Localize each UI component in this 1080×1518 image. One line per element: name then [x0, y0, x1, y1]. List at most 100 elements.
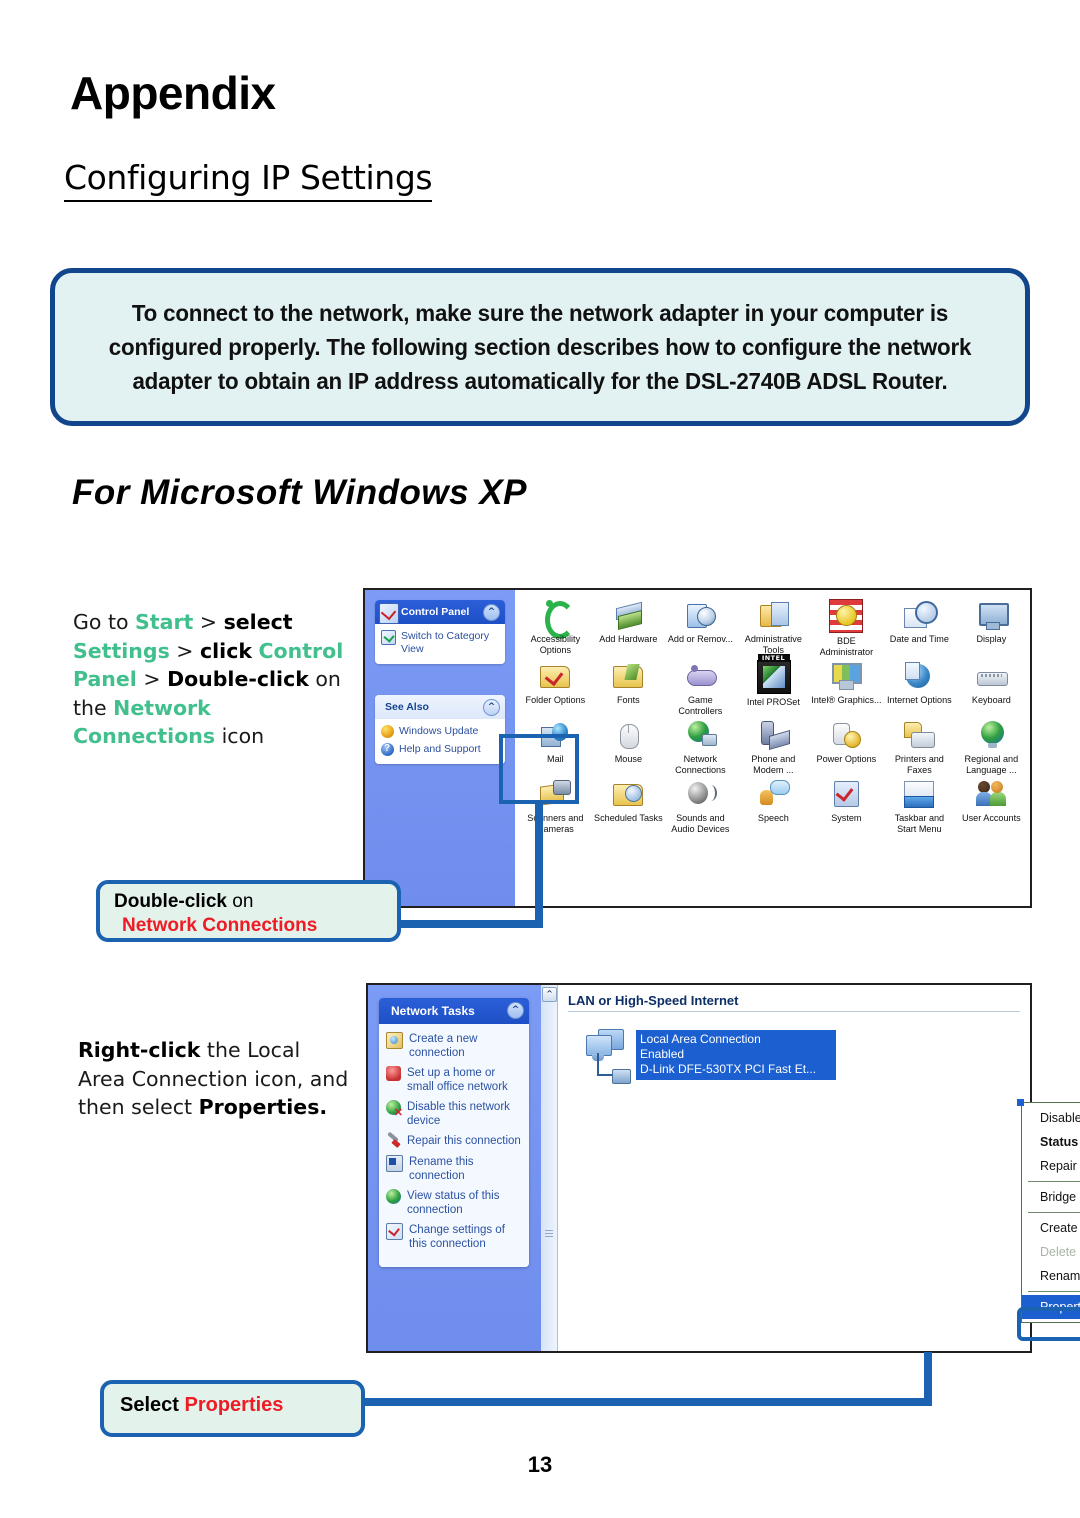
instruction-run: > — [193, 610, 224, 634]
control-panel-item[interactable]: Power Options — [810, 716, 883, 775]
network-task-item[interactable]: Create a new connection — [386, 1032, 522, 1060]
internet-options-icon — [903, 660, 935, 692]
control-panel-item-label: Internet Options — [886, 694, 952, 705]
local-area-connection-item[interactable]: Local Area Connection Enabled D-Link DFE… — [584, 1026, 1020, 1092]
game-controllers-icon — [685, 660, 717, 692]
control-panel-item[interactable]: Date and Time — [883, 596, 956, 657]
network-connections-highlight-box — [499, 734, 579, 804]
control-panel-panel-title: Control Panel — [401, 606, 470, 618]
notice-callout-box: To connect to the network, make sure the… — [50, 268, 1030, 426]
control-panel-item-label: Scanners and Cameras — [527, 812, 584, 834]
control-panel-item-label: Display — [976, 633, 1007, 644]
network-task-item[interactable]: Set up a home or small office network — [386, 1066, 522, 1094]
control-panel-item[interactable]: Network Connections — [664, 716, 737, 775]
connector-line-vertical — [535, 800, 543, 928]
network-task-label: Set up a home or small office network — [407, 1067, 508, 1093]
context-menu-item[interactable]: Bridge Connections — [1022, 1185, 1080, 1209]
section-heading-wrapper: Configuring IP Settings — [64, 158, 433, 202]
fonts-icon — [612, 660, 644, 692]
display-icon — [976, 599, 1009, 631]
see-also-title: See Also — [385, 701, 429, 713]
control-panel-item[interactable]: Sounds and Audio Devices — [664, 775, 737, 834]
step1-instruction: Go to Start > select Settings > click Co… — [73, 608, 353, 751]
control-panel-item[interactable]: Administrative Tools — [737, 596, 810, 657]
administrative-tools-icon — [758, 599, 790, 631]
connection-name: Local Area Connection — [640, 1032, 761, 1046]
chevron-up-icon[interactable]: ^ — [507, 1002, 524, 1019]
control-panel-item-label: Intel® Graphics... — [811, 694, 882, 705]
context-menu-item[interactable]: Create Shortcut — [1022, 1216, 1080, 1240]
control-panel-item[interactable]: Scheduled Tasks — [592, 775, 665, 834]
help-and-support-link[interactable]: Help and Support — [381, 742, 499, 756]
control-panel-tasks-panel: Control Panel ^ Switch to Category View — [375, 600, 505, 664]
control-panel-item[interactable]: Intel PROSet — [737, 654, 810, 716]
scrollbar-grip[interactable] — [545, 1230, 553, 1239]
chevron-up-icon[interactable]: ^ — [483, 604, 500, 621]
control-panel-item[interactable]: System — [810, 775, 883, 834]
context-menu-item[interactable]: Rename — [1022, 1264, 1080, 1288]
callout2-line1: Select Properties — [120, 1393, 361, 1417]
control-panel-item[interactable]: Add or Remov... — [664, 596, 737, 657]
network-tasks-list: Create a new connection Set up a home or … — [379, 1024, 529, 1267]
instruction-run: > — [169, 638, 200, 663]
control-panel-item-label: Speech — [758, 812, 789, 823]
instruction-run: Properties. — [198, 1095, 328, 1119]
instruction-run: Go to — [73, 610, 136, 634]
instruction-run: icon — [215, 724, 265, 748]
control-panel-item-label: Intel PROSet — [746, 696, 801, 707]
chevron-up-icon[interactable]: ^ — [483, 699, 500, 716]
control-panel-item-label: Scheduled Tasks — [593, 812, 663, 823]
network-task-item[interactable]: Change settings of this connection — [386, 1223, 522, 1251]
windows-update-link[interactable]: Windows Update — [381, 725, 499, 738]
double-click-callout: Double-click on Network Connections — [96, 880, 401, 942]
network-task-label: Rename this connection — [409, 1156, 474, 1182]
control-panel-item-label: Accessibility Options — [530, 633, 581, 655]
control-panel-item[interactable]: Phone and Modem ... — [737, 716, 810, 775]
control-panel-item[interactable]: User Accounts — [955, 775, 1028, 834]
network-connections-icon — [685, 719, 717, 751]
control-panel-item[interactable]: Display — [955, 596, 1028, 657]
control-panel-item[interactable]: Printers and Faxes — [883, 716, 956, 775]
control-panel-icon-row: Accessibility Options Add Hardware Add or … — [519, 596, 1028, 657]
network-task-item[interactable]: Rename this connection — [386, 1155, 522, 1183]
notice-text: To connect to the network, make sure the… — [108, 300, 972, 394]
control-panel-item[interactable]: Speech — [737, 775, 810, 834]
printers-faxes-icon — [903, 719, 935, 751]
control-panel-item[interactable]: Game Controllers — [664, 657, 737, 716]
folder-options-icon — [539, 660, 571, 692]
control-panel-item[interactable]: Add Hardware — [592, 596, 665, 657]
vertical-scrollbar[interactable]: ^ — [541, 985, 558, 1351]
network-tasks-header: Network Tasks ^ — [379, 998, 529, 1024]
change-settings-icon — [386, 1223, 403, 1240]
control-panel-item[interactable]: BDE Administrator — [810, 596, 883, 657]
control-panel-item[interactable]: Mouse — [592, 716, 665, 775]
switch-to-category-view-link[interactable]: Switch to Category View — [381, 630, 499, 656]
scroll-up-button[interactable]: ^ — [542, 987, 557, 1002]
properties-highlight-box — [1017, 1307, 1080, 1341]
context-menu-item[interactable]: Repair — [1022, 1154, 1080, 1178]
control-panel-item[interactable]: Fonts — [592, 657, 665, 716]
control-panel-panel-body: Switch to Category View — [375, 624, 505, 664]
cable-vertical-shape — [597, 1053, 599, 1075]
control-panel-item[interactable]: Folder Options — [519, 657, 592, 716]
control-panel-item[interactable]: Taskbar and Start Menu — [883, 775, 956, 834]
group-divider — [568, 1011, 1020, 1012]
context-menu-item[interactable]: Disable — [1022, 1106, 1080, 1130]
control-panel-item[interactable]: Accessibility Options — [519, 596, 592, 657]
connection-context-menu[interactable]: DisableStatusRepair Bridge Connections Cre… — [1021, 1102, 1080, 1323]
control-panel-item[interactable]: Intel® Graphics... — [810, 657, 883, 716]
connector-line-horizontal — [395, 920, 540, 928]
network-task-item[interactable]: Disable this network device — [386, 1100, 522, 1128]
context-menu-item[interactable]: Status — [1022, 1130, 1080, 1154]
control-panel-item[interactable]: Internet Options — [883, 657, 956, 716]
network-task-item[interactable]: Repair this connection — [386, 1134, 522, 1149]
network-task-item[interactable]: View status of this connection — [386, 1189, 522, 1217]
callout-text: Select — [120, 1394, 185, 1416]
speech-icon — [758, 778, 790, 810]
control-panel-item[interactable]: Regional and Language ... — [955, 716, 1028, 775]
instruction-run: select — [223, 610, 293, 634]
help-support-icon — [381, 742, 394, 756]
step2-instruction: Right-click the Local Area Connection ic… — [78, 1036, 353, 1122]
control-panel-item[interactable]: Keyboard — [955, 657, 1028, 716]
control-panel-icon-row: Scanners and Cameras Scheduled Tasks Sound… — [519, 775, 1028, 834]
